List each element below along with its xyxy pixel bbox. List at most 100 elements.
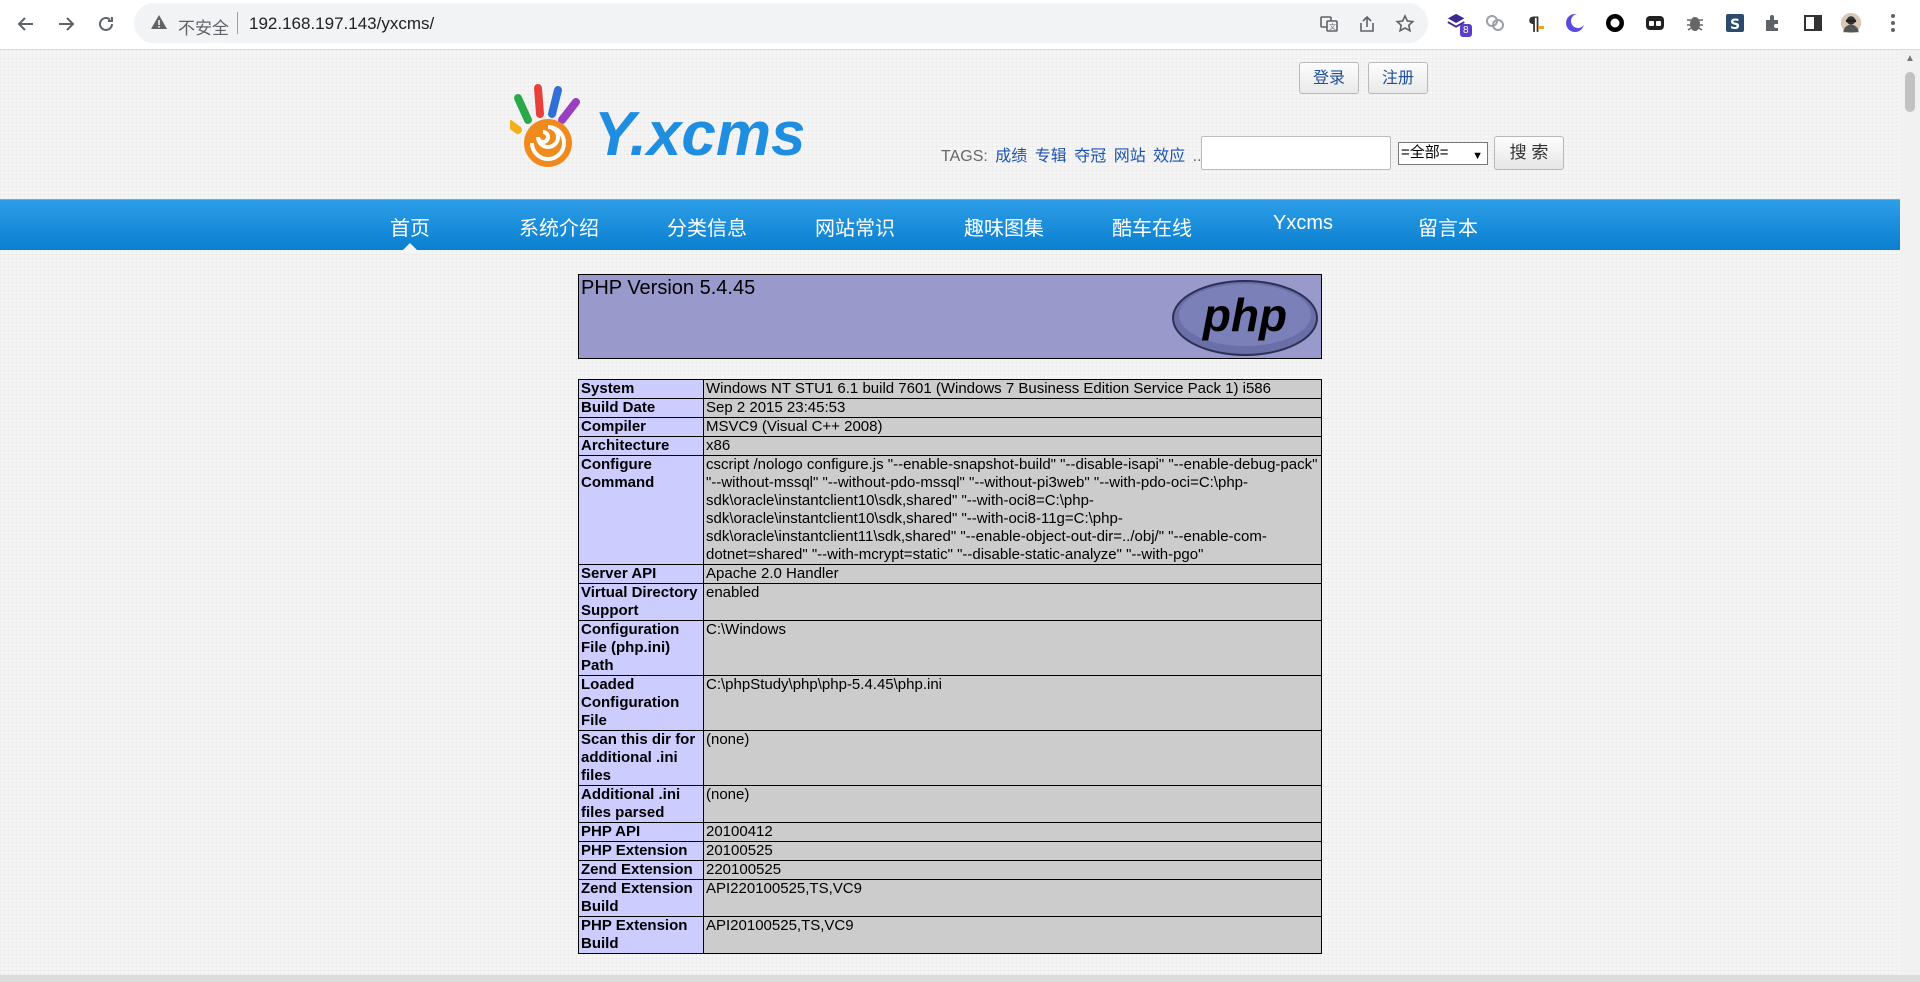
row-key: Configuration File (php.ini) Path — [578, 620, 704, 676]
warning-icon[interactable] — [150, 13, 168, 31]
row-value: Sep 2 2015 23:45:53 — [703, 398, 1322, 418]
row-key: Architecture — [578, 436, 704, 456]
row-key: Server API — [578, 564, 704, 584]
side-panel-icon[interactable] — [1802, 12, 1824, 34]
table-row: PHP API 20100412 — [578, 822, 1322, 842]
scrollbar[interactable]: ▲ — [1900, 50, 1920, 975]
row-value: x86 — [703, 436, 1322, 456]
tag-link[interactable]: 专辑 — [1035, 148, 1067, 165]
nav-item-gallery[interactable]: 趣味图集 — [964, 212, 1044, 241]
s-extension-icon[interactable]: S — [1724, 12, 1746, 34]
translate-icon[interactable]: 文 — [1318, 13, 1340, 35]
php-version-title: PHP Version 5.4.45 — [581, 277, 756, 299]
back-icon[interactable] — [12, 10, 40, 38]
tag-link[interactable]: 网站 — [1114, 148, 1146, 165]
svg-text:¶: ¶ — [1528, 13, 1540, 34]
window-bottom-edge — [0, 975, 1920, 982]
logo-text: Y.xcms — [594, 100, 805, 169]
row-value: 20100412 — [703, 822, 1322, 842]
svg-text:文: 文 — [1329, 22, 1336, 31]
table-row: Configuration File (php.ini) Path C:\Wind… — [578, 620, 1322, 676]
category-select-value: =全部= — [1401, 144, 1449, 161]
extension-badge: 8 — [1460, 24, 1472, 37]
table-row: Zend Extension 220100525 — [578, 860, 1322, 880]
paragraph-extension-icon[interactable]: ¶ — [1524, 12, 1546, 34]
table-row: Server API Apache 2.0 Handler — [578, 564, 1322, 584]
row-key: PHP Extension — [578, 841, 704, 861]
svg-text:S: S — [1730, 17, 1740, 33]
table-row: PHP Extension 20100525 — [578, 841, 1322, 861]
nav-item-home[interactable]: 首页 — [390, 212, 430, 241]
bookmark-star-icon[interactable] — [1394, 13, 1416, 35]
web-page: 登录 注册 Y.xcms TAGS: 成绩 专辑 夺冠 网站 效应 ... =全… — [0, 50, 1900, 975]
table-row: Additional .ini files parsed (none) — [578, 785, 1322, 823]
table-row: Architecture x86 — [578, 436, 1322, 456]
nav-item-cars[interactable]: 酷车在线 — [1112, 212, 1192, 241]
login-button[interactable]: 登录 — [1299, 62, 1360, 94]
nav-item-category[interactable]: 分类信息 — [667, 212, 747, 241]
category-select[interactable]: =全部= ▼ — [1398, 142, 1488, 165]
puzzle-extensions-icon[interactable] — [1762, 12, 1784, 34]
circle-extension-icon[interactable] — [1604, 12, 1626, 34]
row-key: Zend Extension Build — [578, 879, 704, 917]
register-button[interactable]: 注册 — [1368, 62, 1429, 94]
share-icon[interactable] — [1356, 13, 1378, 35]
nav-item-knowledge[interactable]: 网站常识 — [815, 212, 895, 241]
site-logo[interactable]: Y.xcms — [506, 80, 830, 180]
reload-icon[interactable] — [92, 10, 120, 38]
table-row: Scan this dir for additional .ini files(… — [578, 730, 1322, 786]
chevron-down-icon: ▼ — [1472, 150, 1483, 162]
nav-item-intro[interactable]: 系统介绍 — [519, 212, 599, 241]
tag-link[interactable]: 夺冠 — [1074, 148, 1106, 165]
row-value: cscript /nologo configure.js "--enable-s… — [703, 455, 1322, 565]
hand-swirl-icon — [506, 84, 580, 167]
url-text[interactable]: 192.168.197.143/yxcms/ — [249, 14, 434, 34]
active-nav-indicator — [402, 243, 418, 251]
search-button[interactable]: 搜 索 — [1494, 136, 1564, 170]
row-value: MSVC9 (Visual C++ 2008) — [703, 417, 1322, 437]
table-row: Virtual Directory Support enabled — [578, 583, 1322, 621]
row-value: (none) — [703, 730, 1322, 786]
table-row: Configure Command cscript /nologo configu… — [578, 455, 1322, 565]
row-value: 220100525 — [703, 860, 1322, 880]
tags-bar: TAGS: 成绩 专辑 夺冠 网站 效应 ... — [941, 142, 1206, 166]
tags-label: TAGS: — [941, 148, 988, 165]
menu-kebab-icon[interactable] — [1882, 12, 1904, 34]
scroll-up-arrow-icon[interactable]: ▲ — [1900, 52, 1920, 66]
row-key: Build Date — [578, 398, 704, 418]
scroll-thumb[interactable] — [1905, 72, 1915, 112]
forward-icon[interactable] — [52, 10, 80, 38]
table-row: Build Date Sep 2 2015 23:45:53 — [578, 398, 1322, 418]
row-key: Additional .ini files parsed — [578, 785, 704, 823]
table-row: PHP Extension Build API20100525,TS,VC9 — [578, 916, 1322, 954]
profile-avatar-icon[interactable] — [1840, 12, 1862, 34]
address-bar[interactable]: 不安全 192.168.197.143/yxcms/ 文 — [134, 3, 1428, 43]
divider — [237, 12, 238, 34]
row-value: 20100525 — [703, 841, 1322, 861]
row-value: Windows NT STU1 6.1 build 7601 (Windows … — [703, 379, 1322, 399]
php-logo-icon: php — [1171, 279, 1319, 362]
row-key: Compiler — [578, 417, 704, 437]
row-key: Zend Extension — [578, 860, 704, 880]
row-value: C:\phpStudy\php\php-5.4.45\php.ini — [703, 675, 1322, 731]
nav-item-yxcms[interactable]: Yxcms — [1273, 212, 1333, 235]
row-value: (none) — [703, 785, 1322, 823]
row-key: Scan this dir for additional .ini files — [578, 730, 704, 786]
phpinfo-table: System Windows NT STU1 6.1 build 7601 (Wi… — [578, 379, 1322, 954]
nav-item-guestbook[interactable]: 留言本 — [1418, 212, 1478, 241]
tag-link[interactable]: 成绩 — [995, 148, 1027, 165]
row-key: Virtual Directory Support — [578, 583, 704, 621]
row-value: enabled — [703, 583, 1322, 621]
row-value: API20100525,TS,VC9 — [703, 916, 1322, 954]
crescent-extension-icon[interactable] — [1564, 12, 1586, 34]
search-input[interactable] — [1201, 136, 1391, 170]
glasses-extension-icon[interactable] — [1644, 12, 1666, 34]
row-key: System — [578, 379, 704, 399]
row-value: API220100525,TS,VC9 — [703, 879, 1322, 917]
insecure-label: 不安全 — [178, 19, 229, 38]
tag-link[interactable]: 效应 — [1153, 148, 1185, 165]
link-extension-icon[interactable] — [1484, 12, 1506, 34]
table-row: Compiler MSVC9 (Visual C++ 2008) — [578, 417, 1322, 437]
extension-stack-icon[interactable]: 8 — [1446, 12, 1472, 37]
bug-extension-icon[interactable] — [1684, 12, 1706, 34]
